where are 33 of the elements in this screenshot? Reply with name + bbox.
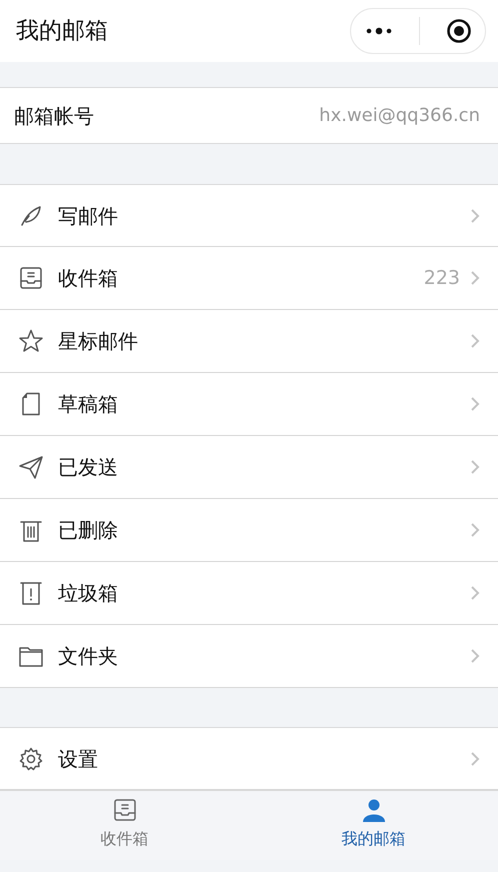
star-icon [18, 328, 44, 354]
menu-item[interactable]: 文件夹 [0, 625, 498, 688]
chevron-right-icon [470, 459, 480, 475]
unread-count: 223 [424, 266, 460, 291]
menu-item[interactable]: 垃圾箱 [0, 562, 498, 625]
chevron-right-icon [470, 585, 480, 601]
chevron-right-icon [470, 270, 480, 286]
account-email: hx.wei@qq366.cn [319, 104, 480, 128]
close-target-icon[interactable] [446, 18, 472, 44]
inbox-icon [18, 265, 44, 291]
chevron-right-icon [470, 333, 480, 349]
tab[interactable]: 我的邮箱 [249, 791, 498, 860]
person-icon [360, 797, 386, 823]
menu-item[interactable]: 设置 [0, 727, 498, 790]
paper-plane-icon [18, 454, 44, 480]
menu-item[interactable]: 已发送 [0, 436, 498, 499]
chevron-right-icon [470, 522, 480, 538]
settings-icon [18, 746, 44, 772]
menu-item[interactable]: 星标邮件 [0, 310, 498, 373]
spam-box-icon [18, 580, 44, 606]
tab[interactable]: 收件箱 [0, 791, 249, 860]
menu-item[interactable]: 收件箱 223 [0, 247, 498, 310]
account-label: 邮箱帐号 [14, 102, 94, 130]
menu-item[interactable]: 已删除 [0, 499, 498, 562]
chevron-right-icon [470, 208, 480, 224]
chevron-right-icon [470, 396, 480, 412]
inbox-icon [112, 797, 138, 823]
chevron-right-icon [470, 648, 480, 664]
menu-item[interactable]: 写邮件 [0, 184, 498, 247]
chevron-right-icon [470, 750, 480, 766]
more-icon[interactable] [364, 26, 394, 36]
page-title: 我的邮箱 [16, 16, 108, 46]
menu-item[interactable]: 草稿箱 [0, 373, 498, 436]
